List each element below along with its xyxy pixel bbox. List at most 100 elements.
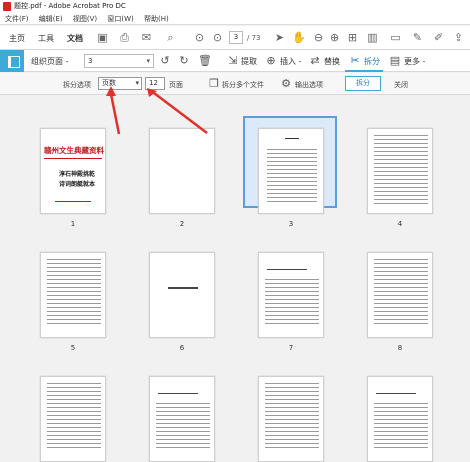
comment-icon[interactable]: ✎ (411, 31, 424, 44)
extract-icon[interactable]: ⇲ (227, 54, 239, 67)
more-icon[interactable]: ▤ (389, 54, 401, 67)
menu-edit[interactable]: 编辑(E) (39, 15, 63, 23)
text-line (265, 423, 319, 424)
text-line (265, 419, 319, 420)
page-thumbnail-11[interactable] (258, 376, 324, 462)
replace-button[interactable]: 替换 (324, 56, 340, 67)
organize-pages-title[interactable]: 组织页面 - (31, 56, 68, 67)
page-thumbnail-7[interactable] (258, 252, 324, 338)
page-thumbnail-4[interactable] (367, 128, 433, 214)
highlight-icon[interactable]: ✐ (432, 31, 445, 44)
page-thumbnail-1[interactable]: 赣州文生典藏资料 淳石神殿挑乾 诗词朗艇就本 (40, 128, 106, 214)
menu-file[interactable]: 文件(F) (5, 15, 29, 23)
heading-line (267, 269, 307, 270)
split-button[interactable]: 拆分 (345, 76, 381, 91)
page-count-input[interactable]: 12 (145, 77, 165, 90)
share-icon[interactable]: ⇪ (452, 31, 465, 44)
text-line (156, 411, 210, 412)
text-line (265, 415, 319, 416)
output-options-button[interactable]: 输出选项 (295, 80, 323, 90)
sidebar-toggle-button[interactable] (0, 50, 24, 72)
text-line (47, 399, 101, 400)
text-line (374, 175, 428, 176)
fullscreen-icon[interactable]: ▭ (389, 31, 402, 44)
text-line (265, 427, 319, 428)
text-line (374, 435, 428, 436)
rotate-right-icon[interactable]: ↻ (178, 54, 190, 67)
page-thumbnail-12[interactable] (367, 376, 433, 462)
text-line (265, 387, 319, 388)
text-line (156, 431, 210, 432)
page-thumbnail-3[interactable] (258, 128, 324, 214)
split-mode-dropdown[interactable]: 页数 (98, 77, 142, 90)
text-line (374, 195, 428, 196)
delete-icon[interactable]: 🗑 (198, 54, 212, 67)
text-line (265, 287, 319, 288)
next-page-icon[interactable]: ⊙ (211, 31, 224, 44)
close-button[interactable]: 关闭 (394, 80, 408, 90)
text-line (374, 419, 428, 420)
print-icon[interactable]: ⎙ (118, 31, 131, 44)
zoom-in-icon[interactable]: ⊕ (328, 31, 341, 44)
menu-view[interactable]: 视图(V) (73, 15, 97, 23)
multi-file-icon: ❐ (209, 77, 219, 90)
insert-button[interactable]: 插入 - (280, 56, 301, 67)
text-line (374, 191, 428, 192)
split-options-bar: 拆分选项 页数 12 页面 ❐ 拆分多个文件 ⚙ 输出选项 拆分 关闭 (0, 73, 470, 95)
rotate-left-icon[interactable]: ↺ (159, 54, 171, 67)
page-select-dropdown[interactable]: 3 (84, 54, 154, 68)
text-line (47, 271, 101, 272)
acrobat-logo-icon (3, 2, 11, 11)
text-line (374, 439, 428, 440)
text-line (265, 303, 319, 304)
text-line (374, 443, 428, 444)
page-label-8: 8 (397, 344, 403, 352)
page-thumbnail-10[interactable] (149, 376, 215, 462)
replace-icon[interactable]: ⇄ (309, 54, 321, 67)
text-line (47, 323, 101, 324)
select-cursor-icon[interactable]: ➤ (273, 31, 286, 44)
more-button[interactable]: 更多 - (404, 56, 425, 67)
text-line (156, 439, 210, 440)
email-icon[interactable]: ✉ (140, 31, 153, 44)
cover-footer-rule (55, 201, 91, 202)
page-thumbnail-8[interactable] (367, 252, 433, 338)
text-line (47, 447, 101, 448)
text-line (374, 315, 428, 316)
extract-button[interactable]: 提取 (241, 56, 257, 67)
page-label-4: 4 (397, 220, 403, 228)
page-thumbnail-2[interactable] (149, 128, 215, 214)
tab-document[interactable]: 文档 (67, 33, 83, 44)
insert-icon[interactable]: ⊕ (265, 54, 277, 67)
tab-tools[interactable]: 工具 (38, 33, 54, 44)
window-title: 题控.pdf - Adobe Acrobat Pro DC (14, 2, 126, 10)
search-icon[interactable]: ⌕ (164, 31, 177, 44)
text-line (47, 319, 101, 320)
text-line (374, 423, 428, 424)
menu-window[interactable]: 窗口(W) (107, 15, 133, 23)
text-line (47, 267, 101, 268)
text-line (156, 423, 210, 424)
toc-line (267, 161, 317, 162)
split-multiple-files-button[interactable]: 拆分多个文件 (222, 80, 264, 90)
zoom-out-icon[interactable]: ⊖ (312, 31, 325, 44)
scissors-icon[interactable]: ✂ (349, 54, 361, 67)
text-line (265, 443, 319, 444)
text-line (265, 447, 319, 448)
scroll-mode-icon[interactable]: ▥ (366, 31, 379, 44)
page-thumbnail-6[interactable] (149, 252, 215, 338)
hand-tool-icon[interactable]: ✋ (292, 31, 306, 44)
text-line (374, 295, 428, 296)
text-line (47, 431, 101, 432)
save-icon[interactable]: ▣ (96, 31, 109, 44)
menu-help[interactable]: 帮助(H) (144, 15, 169, 23)
page-number-input[interactable]: 3 (229, 31, 243, 44)
page-thumbnail-5[interactable] (40, 252, 106, 338)
prev-page-icon[interactable]: ⊙ (193, 31, 206, 44)
page-thumbnail-9[interactable] (40, 376, 106, 462)
split-tool-button[interactable]: 拆分 (364, 56, 380, 67)
text-line (47, 443, 101, 444)
fit-page-icon[interactable]: ⊞ (346, 31, 359, 44)
tab-home[interactable]: 主页 (9, 33, 25, 44)
text-line (47, 427, 101, 428)
